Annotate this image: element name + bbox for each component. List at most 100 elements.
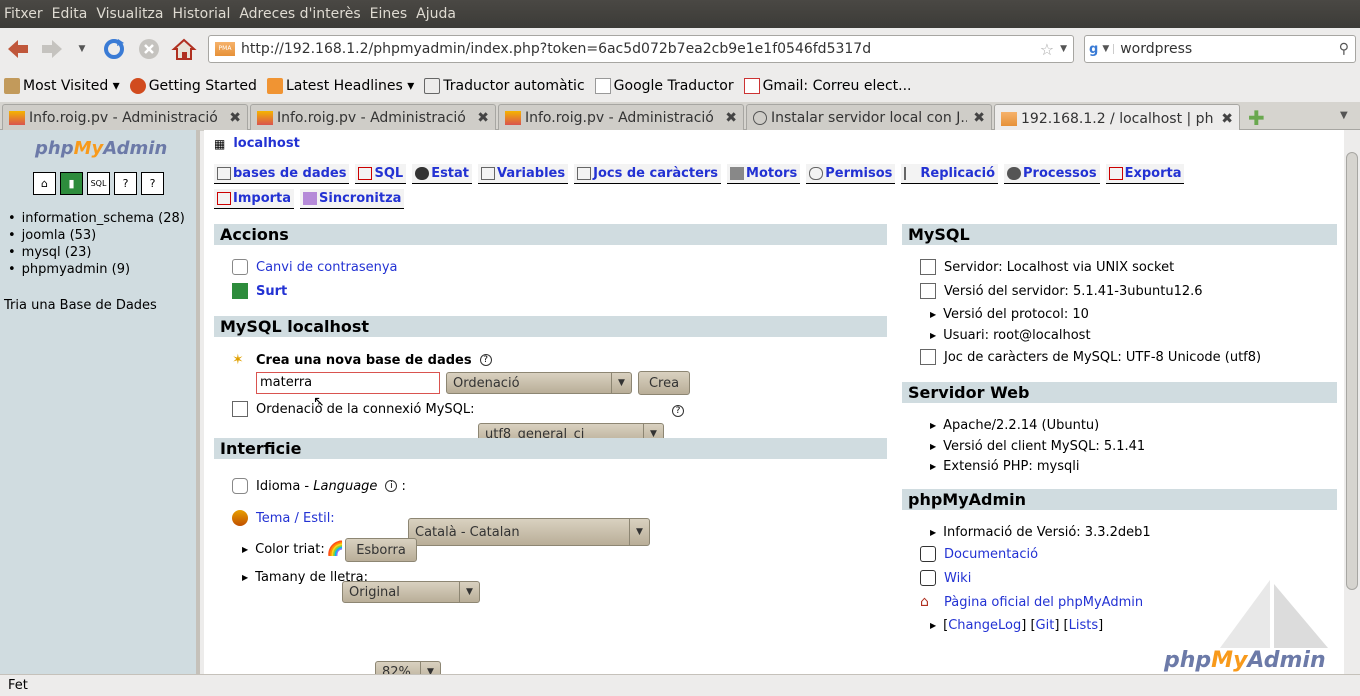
stop-button[interactable] [135,35,163,63]
tab-import[interactable]: Importa [214,189,295,209]
reload-button[interactable] [100,35,128,63]
tab-export[interactable]: Exporta [1105,164,1185,184]
tab-status[interactable]: Estat [412,164,473,184]
pma-version-row: Informació de Versió: 3.3.2deb1 [930,525,1151,540]
collation-icon [232,401,248,417]
tab-phpmyadmin[interactable]: 192.168.1.2 / localhost | ph... ✖ [994,104,1240,132]
search-bar[interactable]: g ▼ wordpress ⚲ [1084,35,1356,63]
menu-view[interactable]: Visualitza [96,6,163,22]
home-button[interactable] [170,35,198,63]
gmail-icon [743,78,760,94]
tab-privileges[interactable]: Permisos [806,164,896,184]
documentation-icon[interactable]: ? [114,172,137,195]
db-item-joomla[interactable]: joomla (53) [8,227,185,244]
tab-synchronize[interactable]: Sincronitza [300,189,405,209]
close-icon[interactable]: ✖ [477,110,489,126]
replication-icon [904,167,918,180]
bookmark-latest-headlines[interactable]: Latest Headlines ▾ [266,78,414,94]
scrollbar[interactable] [1344,130,1360,674]
tab-list-chevron-icon[interactable]: ▼ [1340,110,1348,121]
lists-link[interactable]: Lists [1069,618,1099,633]
phpmyadmin-logo[interactable]: phpMyAdmin [35,138,167,159]
new-db-name-input[interactable]: materra [256,372,440,394]
tab-charsets[interactable]: Jocs de caràcters [574,164,722,184]
apache-row: Apache/2.2.14 (Ubuntu) [930,418,1099,433]
help-icon[interactable]: ? [479,354,492,366]
docs-link[interactable]: Documentació [944,547,1038,562]
db-item-information-schema[interactable]: information_schema (28) [8,210,185,227]
bookmark-star-icon[interactable]: ☆ [1040,40,1054,59]
back-arrow-icon [8,40,28,58]
sql-query-icon[interactable]: SQL [87,172,110,195]
close-icon[interactable]: ✖ [725,110,737,126]
charset-icon [577,167,592,180]
wiki-link[interactable]: Wiki [944,571,971,586]
db-collation-select[interactable]: Ordenació ▼ [446,372,632,394]
language-icon [232,478,248,494]
mysql-docs-icon[interactable]: ? [141,172,164,195]
joomla-favicon-icon [257,111,273,125]
help-icon[interactable]: ? [672,405,684,417]
back-button[interactable] [4,35,32,63]
tab-sql[interactable]: SQL [355,164,407,184]
folder-icon [4,78,20,94]
close-icon[interactable]: ✖ [229,110,241,126]
close-icon[interactable]: ✖ [1221,111,1233,127]
tab-variables[interactable]: Variables [478,164,569,184]
color-reset-button[interactable]: Esborra [345,538,417,562]
server-link[interactable]: localhost [233,136,299,151]
official-page-link[interactable]: Pàgina oficial del phpMyAdmin [944,595,1143,610]
scrollbar-thumb[interactable] [1346,152,1358,590]
bookmark-google-translate[interactable]: Google Traductor [594,78,734,94]
mysql-user-text: Usuari: root@localhost [943,328,1091,343]
tab-replication[interactable]: Replicació [901,164,999,184]
home-icon[interactable]: ⌂ [33,172,56,195]
db-item-phpmyadmin[interactable]: phpmyadmin (9) [8,261,185,278]
tab-engines[interactable]: Motors [727,164,801,184]
search-icon[interactable]: ⚲ [1339,41,1349,57]
close-icon[interactable]: ✖ [973,110,985,126]
changelog-link[interactable]: ChangeLog [948,618,1021,633]
language-select[interactable]: Català - Catalan ▼ [408,518,650,546]
menu-history[interactable]: Historial [172,6,230,22]
menu-tools[interactable]: Eines [370,6,408,22]
menu-help[interactable]: Ajuda [416,6,456,22]
theme-link[interactable]: Tema / Estil: [256,511,335,526]
tab-databases[interactable]: bases de dades [214,164,350,184]
forward-button[interactable] [38,35,66,63]
bookmark-gmail[interactable]: Gmail: Correu elect... [743,78,911,94]
history-dropdown-button[interactable]: ▼ [72,35,92,63]
bookmark-auto-translator[interactable]: Traductor automàtic [424,78,585,94]
menu-bookmarks[interactable]: Adreces d'interès [239,6,360,22]
tab-info-roig-3[interactable]: Info.roig.pv - Administració ✖ [498,104,744,131]
url-dropdown-icon[interactable]: ▼ [1060,44,1067,54]
url-bar[interactable]: PMA http://192.168.1.2/phpmyadmin/index.… [208,35,1074,63]
tab-label: Info.roig.pv - Administració [277,110,466,126]
info-icon[interactable]: i [385,480,398,492]
google-icon[interactable]: g [1089,42,1098,57]
db-item-mysql[interactable]: mysql (23) [8,244,185,261]
tab-label: Motors [746,166,798,181]
bookmark-getting-started[interactable]: Getting Started [129,78,257,94]
menu-file[interactable]: Fitxer [4,6,43,22]
sql-icon [358,167,373,180]
new-tab-plus-icon[interactable]: ✚ [1248,106,1265,130]
logout-icon[interactable]: ▮ [60,172,83,195]
logout-icon [232,283,248,299]
search-input[interactable]: wordpress [1114,41,1339,57]
logo-my: My [73,138,104,159]
search-engine-dropdown-icon[interactable]: ▼ [1102,44,1115,54]
create-db-button[interactable]: Crea [638,371,690,395]
git-link[interactable]: Git [1036,618,1055,633]
stop-icon [139,39,159,59]
tab-info-roig-2[interactable]: Info.roig.pv - Administració ✖ [250,104,496,131]
url-text[interactable]: http://192.168.1.2/phpmyadmin/index.php?… [241,41,1040,57]
bookmark-most-visited[interactable]: Most Visited ▾ [4,78,120,94]
tab-instalar-servidor[interactable]: Instalar servidor local con J... ✖ [746,104,992,131]
menu-edit[interactable]: Edita [52,6,88,22]
tab-processes[interactable]: Processos [1004,164,1100,184]
pma-favicon-icon: PMA [215,42,235,56]
change-password-link[interactable]: Canvi de contrasenya [256,260,398,275]
logout-link[interactable]: Surt [256,284,287,299]
tab-info-roig-1[interactable]: Info.roig.pv - Administració ✖ [2,104,248,131]
